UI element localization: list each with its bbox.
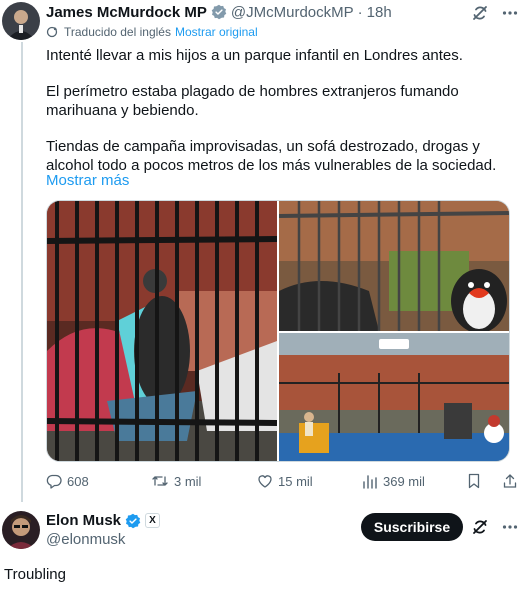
tweet-timestamp[interactable]: 18h bbox=[367, 4, 392, 21]
verified-badge-icon bbox=[211, 4, 227, 20]
translate-icon bbox=[46, 26, 58, 38]
repost-icon bbox=[152, 476, 168, 486]
tweet-paragraph: Intenté llevar a mis hijos a un parque i… bbox=[46, 47, 463, 64]
share-icon bbox=[503, 474, 517, 488]
views-button[interactable]: 369 mil bbox=[362, 473, 425, 489]
reply-author-row: Elon Musk X bbox=[46, 512, 161, 529]
more-options-icon[interactable] bbox=[500, 517, 520, 537]
reply-icon bbox=[46, 474, 62, 489]
tweet-paragraph: El perímetro estaba plagado de hombres e… bbox=[46, 83, 459, 119]
subscribe-button[interactable]: Suscribirse bbox=[361, 513, 463, 541]
reply-author-handle[interactable]: @elonmusk bbox=[46, 531, 125, 548]
tweet-paragraph: Tiendas de campaña improvisadas, un sofá… bbox=[46, 138, 497, 174]
photo-park-fence-tents[interactable] bbox=[47, 201, 277, 461]
author-name[interactable]: James McMurdock MP bbox=[46, 4, 207, 21]
grok-icon[interactable] bbox=[470, 517, 490, 537]
like-count: 15 mil bbox=[278, 473, 313, 489]
photo-playground[interactable] bbox=[279, 333, 509, 461]
views-icon bbox=[363, 475, 377, 489]
repost-button[interactable]: 3 mil bbox=[151, 473, 201, 489]
reply-button[interactable]: 608 bbox=[46, 473, 89, 489]
grok-icon[interactable] bbox=[470, 3, 490, 23]
verified-badge-icon bbox=[125, 513, 141, 528]
repost-count: 3 mil bbox=[174, 473, 202, 489]
show-more-link[interactable]: Mostrar más bbox=[46, 172, 129, 189]
author-avatar[interactable] bbox=[2, 2, 40, 40]
translation-notice: Traducido del inglés Mostrar original bbox=[46, 25, 258, 39]
reply-author-name[interactable]: Elon Musk bbox=[46, 512, 121, 529]
reply-count: 608 bbox=[67, 473, 89, 489]
author-handle[interactable]: @JMcMurdockMP bbox=[231, 4, 354, 21]
photo-fence-penguin[interactable] bbox=[279, 201, 509, 331]
translated-label: Traducido del inglés bbox=[64, 25, 171, 39]
tweet-actions: 608 3 mil 15 mil 369 mil bbox=[46, 473, 517, 493]
heart-icon bbox=[258, 475, 272, 488]
tweet-header: James McMurdock MP @JMcMurdockMP · 18h bbox=[46, 3, 392, 21]
views-count: 369 mil bbox=[383, 473, 425, 489]
affiliate-badge: X bbox=[145, 513, 161, 528]
share-button[interactable] bbox=[502, 473, 523, 489]
tweet-body: Intenté llevar a mis hijos a un parque i… bbox=[46, 46, 516, 192]
reply-author-avatar[interactable] bbox=[2, 511, 40, 549]
separator-dot: · bbox=[357, 3, 363, 21]
show-original-link[interactable]: Mostrar original bbox=[175, 25, 258, 39]
bookmark-button[interactable] bbox=[467, 473, 486, 489]
reply-text: Troubling bbox=[4, 566, 66, 583]
thread-connector-line bbox=[21, 42, 23, 502]
more-options-icon[interactable] bbox=[500, 3, 520, 23]
bookmark-icon bbox=[468, 473, 480, 489]
media-grid bbox=[46, 200, 510, 462]
like-button[interactable]: 15 mil bbox=[257, 473, 313, 489]
